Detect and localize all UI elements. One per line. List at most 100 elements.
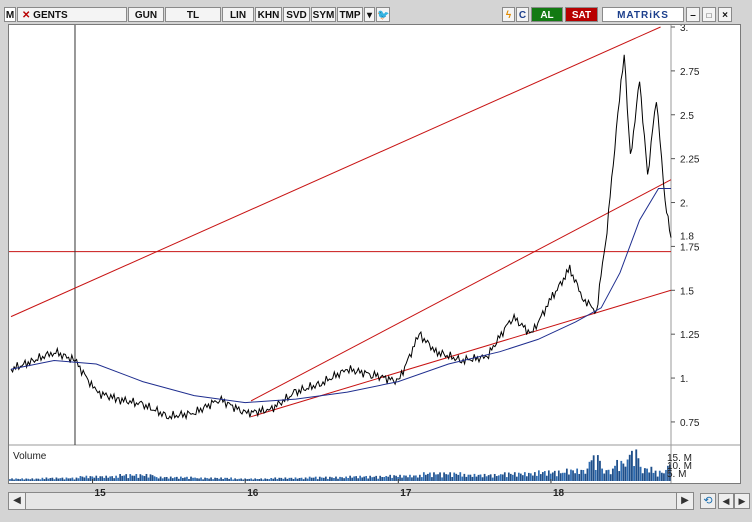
volume-bar [633,466,636,481]
volume-bar [57,478,60,481]
close-icon[interactable]: × [718,7,732,22]
volume-bar [155,477,158,481]
volume-bar [341,477,343,481]
volume-bar [312,477,315,481]
volume-bar [614,465,616,481]
volume-bar [123,475,126,481]
symbol-field[interactable]: ✕ GENTS [17,7,127,22]
minimize-icon[interactable]: – [686,7,700,22]
volume-bar [274,477,277,481]
volume-bar [208,478,210,481]
volume-bar [89,476,92,481]
volume-bar [242,479,244,481]
volume-bar [238,478,240,481]
volume-bar [461,476,464,481]
volume-bar [180,476,182,481]
volume-bar [611,468,614,481]
volume-bar [171,478,174,481]
volume-bar [310,477,313,481]
volume-bar [584,473,587,481]
volume-bar [93,477,96,481]
volume-bar [33,479,36,481]
volume-bar [373,476,376,481]
volume-bar [630,450,633,481]
volume-bar [403,475,405,481]
lightning-icon[interactable]: ϟ [502,7,515,22]
volume-bar [288,477,291,481]
svd-button[interactable]: SVD [283,7,310,22]
y-tick-label: 3. [680,25,688,34]
menu-button[interactable]: M [4,7,16,22]
volume-bar [375,475,378,481]
currency-button[interactable]: TL [165,7,221,22]
volume-bar [107,477,110,481]
period-button[interactable]: GUN [128,7,164,22]
volume-bar [469,474,472,481]
volume-bar [515,476,518,481]
y-tick-label: 2.5 [680,111,694,122]
volume-bar [618,471,621,481]
volume-bar [278,477,281,481]
volume-bar [45,477,48,481]
y-tick-label: 2.25 [680,155,700,166]
volume-bar [487,475,490,481]
volume-bar [13,479,15,481]
volume-panel-label: Volume [13,451,47,462]
volume-bar [230,477,232,481]
volume-bar [439,472,441,481]
volume-bar [296,478,299,481]
sync-icon[interactable]: ⟲ [700,493,716,509]
dropdown-arrow-icon[interactable]: ▾ [364,7,375,22]
volume-bar [499,474,502,481]
nav-left-icon[interactable]: ◀ [718,493,734,509]
symbol-close-icon[interactable]: ✕ [22,10,30,21]
volume-bar [53,479,56,481]
volume-bar [389,474,391,481]
maximize-icon[interactable]: □ [702,7,716,22]
nav-right-icon[interactable]: ▶ [734,493,750,509]
volume-bar [135,474,138,481]
volume-bar [561,472,564,481]
buy-button[interactable]: AL [531,7,563,22]
volume-bar [663,473,665,481]
chart-svg[interactable]: 3. 2.75 2.5 2.25 2. 1.75 1.5 1.25 1. 0.75 1.8 Volu… [9,25,740,483]
volume-bar [491,477,494,481]
volume-bar [521,475,524,481]
volume-bar [411,477,413,481]
volume-bar [61,477,64,481]
volume-bar [55,477,58,481]
volume-bar [173,477,176,481]
grid-layer [9,25,740,483]
volume-bar [248,478,250,481]
twitter-icon[interactable]: 🐦 [376,7,390,22]
volume-bar [121,475,124,481]
refresh-button[interactable]: C [516,7,529,22]
volume-bar [447,474,450,481]
volume-bar [127,478,130,481]
tmp-button[interactable]: TMP [337,7,363,22]
volume-bar [479,474,482,481]
volume-bar [21,478,24,481]
volume-bar [85,475,88,481]
chart-area[interactable]: 3. 2.75 2.5 2.25 2. 1.75 1.5 1.25 1. 0.75 1.8 Volu… [8,24,741,484]
khn-button[interactable]: KHN [255,7,282,22]
scroll-left-icon[interactable]: ◀ [8,492,26,510]
sym-button[interactable]: SYM [311,7,336,22]
volume-bar [63,479,66,481]
horizontal-scrollbar[interactable]: ◀ ▶ [8,492,694,510]
volume-bar [103,477,106,481]
volume-bar [475,476,478,481]
sell-button[interactable]: SAT [565,7,598,22]
volume-bar [616,459,619,481]
volume-bar [216,477,218,481]
volume-bar [401,477,403,481]
volume-bar [147,477,150,481]
linear-scale-button[interactable]: LIN [222,7,254,22]
volume-bar [290,477,293,481]
volume-bar [349,475,351,481]
volume-bar [601,468,604,481]
volume-bar [105,475,108,481]
volume-bar [620,460,623,481]
scroll-track[interactable] [26,492,676,510]
scroll-right-icon[interactable]: ▶ [676,492,694,510]
